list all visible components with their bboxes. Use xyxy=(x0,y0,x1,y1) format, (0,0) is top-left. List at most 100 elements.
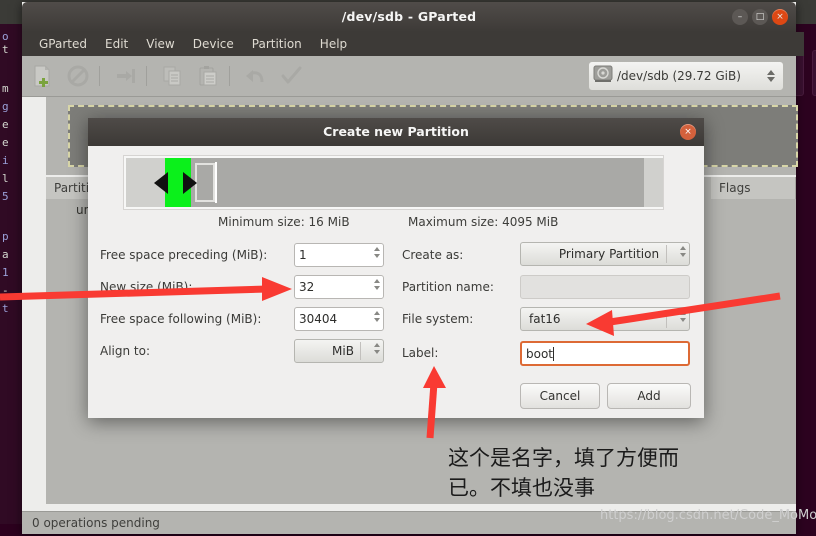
paste-icon[interactable] xyxy=(192,60,224,92)
new-size-input[interactable]: 32 xyxy=(294,275,384,299)
watermark: https://blog.csdn.net/Code_MoMo xyxy=(600,508,816,523)
toolbar-separator xyxy=(99,66,100,86)
menu-item-device[interactable]: Device xyxy=(184,35,243,53)
toolbar-separator xyxy=(146,66,147,86)
label-align-to: Align to: xyxy=(100,344,151,358)
align-to-value: MiB xyxy=(332,344,354,358)
combo-separator xyxy=(360,342,361,360)
new-size-value: 32 xyxy=(299,280,315,294)
free-space-following-value: 30404 xyxy=(299,312,338,326)
toolbar-separator xyxy=(229,66,230,86)
new-size-stepper[interactable] xyxy=(374,279,380,290)
terminal-char: i xyxy=(2,154,9,167)
add-button[interactable]: Add xyxy=(607,383,691,409)
chevron-up-icon xyxy=(680,311,686,315)
partition-name-input[interactable] xyxy=(520,275,690,299)
chinese-annotation-line2: 已。不填也没事 xyxy=(448,476,595,500)
partition-boundary-outline xyxy=(195,163,215,202)
column-header-flags[interactable]: Flags xyxy=(711,177,796,199)
combo-separator xyxy=(666,245,667,263)
maximize-icon: □ xyxy=(755,11,765,22)
close-icon: × xyxy=(684,127,692,137)
apply-icon[interactable] xyxy=(275,60,307,92)
delete-partition-icon[interactable] xyxy=(62,60,94,92)
chevron-up-icon xyxy=(374,279,380,283)
terminal-char: 1 xyxy=(2,266,9,279)
resize-handle-right-icon[interactable] xyxy=(183,172,197,194)
terminal-char: e xyxy=(2,136,9,149)
chinese-annotation: 这个是名字，填了方便而 已。不填也没事 xyxy=(448,443,808,503)
free-space-preceding-stepper[interactable] xyxy=(374,247,380,258)
chevron-down-icon xyxy=(374,286,380,290)
partition-size-graphic[interactable] xyxy=(123,155,664,210)
chevron-up-icon xyxy=(374,343,380,347)
terminal-char: - xyxy=(2,284,9,297)
minimize-button[interactable]: – xyxy=(732,9,748,25)
minimize-icon: – xyxy=(737,11,743,22)
label-partition-name: Partition name: xyxy=(402,280,494,294)
label-free-space-following: Free space following (MiB): xyxy=(100,312,262,326)
hard-disk-icon xyxy=(593,65,613,87)
terminal-char: e xyxy=(2,118,9,131)
cancel-button-label: Cancel xyxy=(539,389,581,403)
free-space-preceding-input[interactable]: 1 xyxy=(294,243,384,267)
window-titlebar[interactable]: /dev/sdb - GParted – □ × xyxy=(22,2,796,32)
chevron-up-icon xyxy=(374,247,380,251)
free-space-following-input[interactable]: 30404 xyxy=(294,307,384,331)
label-free-space-preceding: Free space preceding (MiB): xyxy=(100,248,268,262)
status-text: 0 operations pending xyxy=(32,516,160,530)
maximum-size-text: Maximum size: 4095 MiB xyxy=(408,215,559,229)
copy-icon[interactable] xyxy=(156,60,188,92)
combo-separator xyxy=(666,310,667,328)
terminal-window-sliver[interactable]: o t m g e e i l 5 p a 1 - t xyxy=(0,24,22,524)
menu-item-view[interactable]: View xyxy=(137,35,183,53)
cancel-button[interactable]: Cancel xyxy=(520,383,600,409)
device-selector-stepper[interactable] xyxy=(767,70,779,82)
file-system-value: fat16 xyxy=(529,312,561,326)
chevron-down-icon xyxy=(374,254,380,258)
create-as-stepper[interactable] xyxy=(680,246,686,257)
menu-item-partition[interactable]: Partition xyxy=(243,35,311,53)
align-to-stepper[interactable] xyxy=(374,343,380,354)
partition-fill-line xyxy=(215,162,217,203)
file-system-combobox[interactable]: fat16 xyxy=(520,307,690,331)
minimum-size-text: Minimum size: 16 MiB xyxy=(218,215,350,229)
label-input[interactable]: boot xyxy=(520,341,690,366)
menu-item-gparted[interactable]: GParted xyxy=(30,35,96,53)
dialog-close-button[interactable]: × xyxy=(680,124,696,140)
terminal-char: o xyxy=(2,30,9,43)
menu-item-help[interactable]: Help xyxy=(311,35,356,53)
create-as-combobox[interactable]: Primary Partition xyxy=(520,242,690,266)
label-create-as: Create as: xyxy=(402,248,464,262)
chinese-annotation-line1: 这个是名字，填了方便而 xyxy=(448,446,679,470)
menu-item-edit[interactable]: Edit xyxy=(96,35,137,53)
label-file-system: File system: xyxy=(402,312,474,326)
chevron-up-icon xyxy=(374,311,380,315)
terminal-char: m xyxy=(2,82,9,95)
screen-root: o t m g e e i l 5 p a 1 - t /dev/sdb - G… xyxy=(0,0,816,536)
terminal-char: g xyxy=(2,100,9,113)
close-icon: × xyxy=(776,11,784,22)
create-partition-dialog: Create new Partition × Minimum size: 16 … xyxy=(88,118,704,418)
partition-track xyxy=(126,158,663,207)
chevron-down-icon xyxy=(680,253,686,257)
device-selector-label: /dev/sdb (29.72 GiB) xyxy=(617,69,741,83)
undo-icon[interactable] xyxy=(239,60,271,92)
resize-move-icon[interactable] xyxy=(109,60,141,92)
dash-tile-2 xyxy=(812,50,816,96)
align-to-combobox[interactable]: MiB xyxy=(294,339,384,363)
device-selector[interactable]: /dev/sdb (29.72 GiB) xyxy=(588,61,784,91)
terminal-char: 5 xyxy=(2,190,9,203)
label-label: Label: xyxy=(402,346,439,360)
free-space-following-stepper[interactable] xyxy=(374,311,380,322)
menubar: GParted Edit View Device Partition Help xyxy=(22,32,804,56)
chevron-down-icon xyxy=(374,350,380,354)
new-partition-icon[interactable] xyxy=(26,60,58,92)
window-controls: – □ × xyxy=(732,9,788,25)
resize-handle-left-icon[interactable] xyxy=(154,172,168,194)
partition-unused-region xyxy=(166,158,644,207)
terminal-char: a xyxy=(2,248,9,261)
file-system-stepper[interactable] xyxy=(680,311,686,322)
close-button[interactable]: × xyxy=(772,9,788,25)
maximize-button[interactable]: □ xyxy=(752,9,768,25)
